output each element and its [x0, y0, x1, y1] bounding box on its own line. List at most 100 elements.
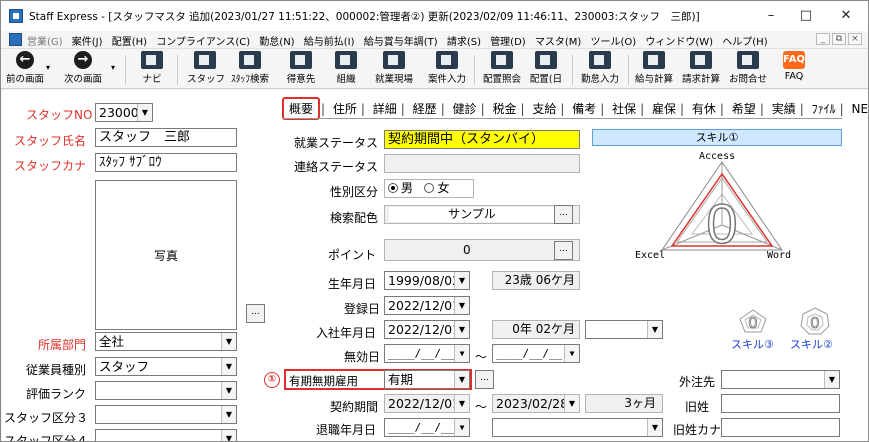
- close-button[interactable]: ✕: [831, 5, 861, 27]
- tab-address[interactable]: 住所: [330, 100, 360, 117]
- invalid-to-field[interactable]: ____/__/__ ▼: [492, 344, 580, 363]
- photo-browse-button[interactable]: ...: [246, 304, 265, 323]
- assign-view-button[interactable]: 配置照会: [479, 51, 525, 85]
- staff-search-button[interactable]: ｽﾀｯﾌ検索: [227, 51, 273, 85]
- tab-health[interactable]: 健診: [450, 100, 480, 117]
- invalid-from-field[interactable]: ____/__/__ ▼: [384, 344, 470, 363]
- term-select[interactable]: 有期 ▼: [384, 370, 470, 389]
- mdi-minimize-button[interactable]: _: [816, 33, 830, 45]
- skill3-mini-chart[interactable]: 0: [738, 308, 768, 334]
- retire-date-field[interactable]: ____/__/__ ▼: [384, 418, 470, 437]
- contract-from-field[interactable]: 2022/12/01 ▼: [384, 394, 470, 413]
- points-button[interactable]: ...: [554, 241, 573, 260]
- menu-case[interactable]: 案件(J): [72, 37, 103, 48]
- contract-to-field[interactable]: 2023/02/28 ▼: [492, 394, 580, 413]
- tab-results[interactable]: 実績: [769, 100, 799, 117]
- tab-overview[interactable]: 概要: [282, 97, 321, 120]
- gender-male-radio[interactable]: [388, 183, 398, 193]
- attendance-input-button[interactable]: 勤怠入力: [577, 51, 623, 85]
- chevron-down-icon[interactable]: ▼: [221, 382, 236, 399]
- skill2-link[interactable]: スキル②: [790, 336, 833, 352]
- menu-sales[interactable]: 営業(G): [27, 37, 63, 48]
- chevron-down-icon[interactable]: ▼: [564, 345, 579, 362]
- staff-button[interactable]: スタッフ: [187, 51, 225, 85]
- staff-name-field[interactable]: スタッフ 三郎: [95, 128, 237, 147]
- outsource-select[interactable]: ▼: [721, 370, 840, 389]
- chevron-down-icon[interactable]: ▼: [454, 395, 469, 412]
- inquiry-button[interactable]: お問合せ: [725, 51, 771, 85]
- menu-billing[interactable]: 請求(S): [447, 37, 481, 48]
- chevron-down-icon[interactable]: ▼: [454, 272, 469, 289]
- nav-button[interactable]: ナビ: [137, 51, 167, 85]
- menu-payroll[interactable]: 給与賞与年調(T): [364, 37, 438, 48]
- chevron-down-icon[interactable]: ▼: [454, 371, 469, 388]
- chevron-down-icon[interactable]: ▼: [454, 345, 469, 362]
- case-input-button[interactable]: 案件入力: [424, 51, 470, 85]
- chevron-down-icon[interactable]: ▼: [137, 104, 152, 121]
- staff-div3-select[interactable]: ▼: [95, 405, 237, 424]
- photo-box[interactable]: 写真: [95, 180, 237, 330]
- join-extra-select[interactable]: ▼: [585, 320, 663, 339]
- minimize-button[interactable]: –: [756, 5, 786, 27]
- tab-tax[interactable]: 税金: [489, 100, 519, 117]
- mdi-close-button[interactable]: ×: [848, 33, 862, 45]
- billing-calc-button[interactable]: 請求計算: [678, 51, 724, 85]
- site-button[interactable]: 就業現場: [371, 51, 417, 85]
- contact-status-field[interactable]: [384, 154, 580, 173]
- chevron-down-icon[interactable]: ▾: [46, 63, 50, 72]
- next-screen-button[interactable]: → 次の画面: [63, 51, 103, 85]
- join-date-field[interactable]: 2022/12/01 ▼: [384, 320, 470, 339]
- menu-compliance[interactable]: コンプライアンス(C): [156, 37, 250, 48]
- menu-help[interactable]: ヘルプ(H): [722, 37, 767, 48]
- retire-reason-select[interactable]: ▼: [492, 418, 663, 437]
- tab-files[interactable]: ﾌｧｲﾙ: [809, 100, 839, 117]
- tab-details[interactable]: 詳細: [370, 100, 400, 117]
- chevron-down-icon[interactable]: ▼: [824, 371, 839, 388]
- tab-career[interactable]: 経歴: [410, 100, 440, 117]
- term-browse-button[interactable]: ...: [475, 370, 494, 389]
- rating-select[interactable]: ▼: [95, 381, 237, 400]
- old-kana-field[interactable]: [721, 418, 840, 437]
- tab-employment-insurance[interactable]: 雇保: [649, 100, 679, 117]
- chevron-down-icon[interactable]: ▼: [221, 430, 236, 441]
- chevron-down-icon[interactable]: ▼: [221, 333, 236, 350]
- chevron-down-icon[interactable]: ▼: [221, 358, 236, 375]
- staff-div4-select[interactable]: ▼: [95, 429, 237, 441]
- menu-assign[interactable]: 配置(H): [112, 37, 147, 48]
- staff-kana-field[interactable]: ｽﾀｯﾌ ｻﾌﾞﾛｳ: [95, 153, 237, 172]
- old-name-field[interactable]: [721, 394, 840, 413]
- chevron-down-icon[interactable]: ▼: [221, 406, 236, 423]
- tab-social-insurance[interactable]: 社保: [609, 100, 639, 117]
- chevron-down-icon[interactable]: ▼: [564, 395, 579, 412]
- menu-management[interactable]: 管理(D): [490, 37, 526, 48]
- skill2-mini-chart[interactable]: 0: [799, 306, 831, 336]
- birth-date-field[interactable]: 1999/08/02 ▼: [384, 271, 470, 290]
- tab-wishes[interactable]: 希望: [729, 100, 759, 117]
- chevron-down-icon[interactable]: ▼: [454, 419, 469, 436]
- chevron-down-icon[interactable]: ▼: [647, 419, 662, 436]
- assign-day-button[interactable]: 配置(日: [529, 51, 563, 85]
- tab-paid-leave[interactable]: 有休: [689, 100, 719, 117]
- chevron-down-icon[interactable]: ▼: [647, 321, 662, 338]
- menu-tools[interactable]: ツール(O): [591, 37, 637, 48]
- register-date-field[interactable]: 2022/12/01 ▼: [384, 296, 470, 315]
- tab-notes[interactable]: 備考: [569, 100, 599, 117]
- menu-window[interactable]: ウィンドウ(W): [645, 37, 713, 48]
- tab-payment[interactable]: 支給: [529, 100, 559, 117]
- skill-title-bar[interactable]: スキル①: [592, 129, 842, 146]
- menu-attendance[interactable]: 勤怠(N): [259, 37, 294, 48]
- chevron-down-icon[interactable]: ▼: [454, 297, 469, 314]
- menu-advance-pay[interactable]: 給与前払(I): [304, 37, 355, 48]
- menu-master[interactable]: マスタ(M): [535, 37, 581, 48]
- work-status-field[interactable]: 契約期間中（スタンバイ）: [384, 130, 580, 149]
- search-color-button[interactable]: ...: [554, 205, 573, 224]
- employee-type-select[interactable]: スタッフ ▼: [95, 357, 237, 376]
- client-button[interactable]: 得意先: [284, 51, 318, 85]
- faq-button[interactable]: FAQ FAQ: [779, 51, 809, 82]
- gender-female-radio[interactable]: [424, 183, 435, 193]
- staff-no-select[interactable]: 230003 ▼: [95, 103, 153, 122]
- dept-select[interactable]: 全社 ▼: [95, 332, 237, 351]
- payroll-calc-button[interactable]: 給与計算: [631, 51, 677, 85]
- mdi-restore-button[interactable]: ⧉: [832, 33, 846, 45]
- chevron-down-icon[interactable]: ▼: [454, 321, 469, 338]
